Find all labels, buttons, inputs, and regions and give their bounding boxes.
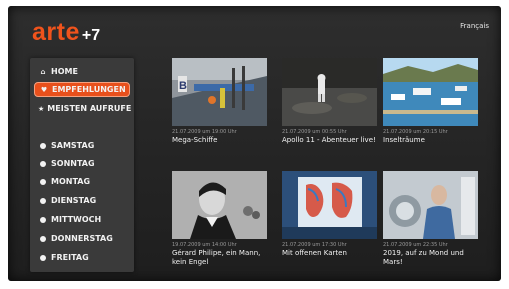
sidebar-item-label: MEISTEN AUFRUFE [47,104,132,113]
day-icon [38,142,48,149]
brand-suffix: +7 [81,27,101,44]
video-thumbnail[interactable] [383,58,478,126]
sidebar-item-samstag[interactable]: SAMSTAG [34,138,130,153]
sidebar-item-label: SAMSTAG [51,141,95,150]
video-date: 19.07.2009 um 14:00 Uhr [172,242,237,248]
video-tile[interactable]: 21.07.2009 um 22:35 Uhr 2019, auf zu Mon… [383,171,478,267]
sidebar-item-label: DONNERSTAG [51,234,113,243]
day-icon [38,178,48,185]
video-thumbnail[interactable] [172,171,267,239]
svg-text:B: B [179,80,187,92]
language-switch[interactable]: Français [460,22,489,30]
star-icon: ★ [38,104,45,113]
day-icon [38,197,48,204]
video-date: 21.07.2009 um 17:30 Uhr [282,242,347,248]
video-tile[interactable]: 21.07.2009 um 17:30 Uhr Mit offenen Kart… [282,171,377,258]
sidebar-item-label: MITTWOCH [51,215,102,224]
home-icon: ⌂ [40,67,46,76]
video-date: 21.07.2009 um 00:55 Uhr [282,129,347,135]
video-tile[interactable]: B 21.07.2009 um 19:00 Uhr Mega-Schiffe [172,58,267,145]
video-title[interactable]: Apollo 11 - Abenteuer live! [282,136,377,145]
day-icon [38,160,48,167]
video-grid: B 21.07.2009 um 19:00 Uhr Mega-Schiffe 2… [172,58,488,276]
video-tile[interactable]: 21.07.2009 um 00:55 Uhr Apollo 11 - Aben… [282,58,377,145]
video-date: 21.07.2009 um 22:35 Uhr [383,242,448,248]
sidebar-item-empfehlungen[interactable]: ♥ EMPFEHLUNGEN [34,82,130,97]
tv-screen: arte +7 Français ⌂ HOME ♥ EMPFEHLUNGEN ★… [8,6,501,281]
video-tile[interactable]: 19.07.2009 um 14:00 Uhr Gérard Philipe, … [172,171,267,267]
brand-name: arte [32,18,80,46]
sidebar-nav: ⌂ HOME ♥ EMPFEHLUNGEN ★ MEISTEN AUFRUFE … [30,58,134,272]
video-title[interactable]: Inselträume [383,136,478,145]
sidebar-item-label: SONNTAG [51,159,95,168]
arte-plus7-logo: arte +7 [32,20,100,45]
sidebar-item-label: HOME [51,67,78,76]
video-date: 21.07.2009 um 19:00 Uhr [172,129,237,135]
video-date: 21.07.2009 um 20:15 Uhr [383,129,448,135]
day-icon [38,216,48,223]
video-thumbnail[interactable]: B [172,58,267,126]
video-tile[interactable]: 21.07.2009 um 20:15 Uhr Inselträume [383,58,478,145]
sidebar-item-mittwoch[interactable]: MITTWOCH [34,212,130,227]
heart-icon: ♥ [40,85,48,94]
sidebar-item-label: DIENSTAG [51,196,97,205]
sidebar-item-freitag[interactable]: FREITAG [34,250,130,265]
video-thumbnail[interactable] [383,171,478,239]
video-title[interactable]: Gérard Philipe, ein Mann, kein Engel [172,249,267,267]
video-title[interactable]: Mit offenen Karten [282,249,377,258]
sidebar-item-donnerstag[interactable]: DONNERSTAG [34,231,130,246]
day-icon [38,254,48,261]
video-title[interactable]: 2019, auf zu Mond und Mars! [383,249,478,267]
video-thumbnail[interactable] [282,58,377,126]
day-icon [38,235,48,242]
video-thumbnail[interactable] [282,171,377,239]
sidebar-item-meisten-aufrufe[interactable]: ★ MEISTEN AUFRUFE [34,101,132,116]
sidebar-item-home[interactable]: ⌂ HOME [34,64,130,79]
sidebar-item-montag[interactable]: MONTAG [34,174,130,189]
sidebar-item-label: EMPFEHLUNGEN [52,85,126,94]
sidebar-item-dienstag[interactable]: DIENSTAG [34,193,130,208]
sidebar-item-label: FREITAG [51,253,89,262]
sidebar-item-label: MONTAG [51,177,91,186]
sidebar-item-sonntag[interactable]: SONNTAG [34,156,130,171]
video-title[interactable]: Mega-Schiffe [172,136,267,145]
